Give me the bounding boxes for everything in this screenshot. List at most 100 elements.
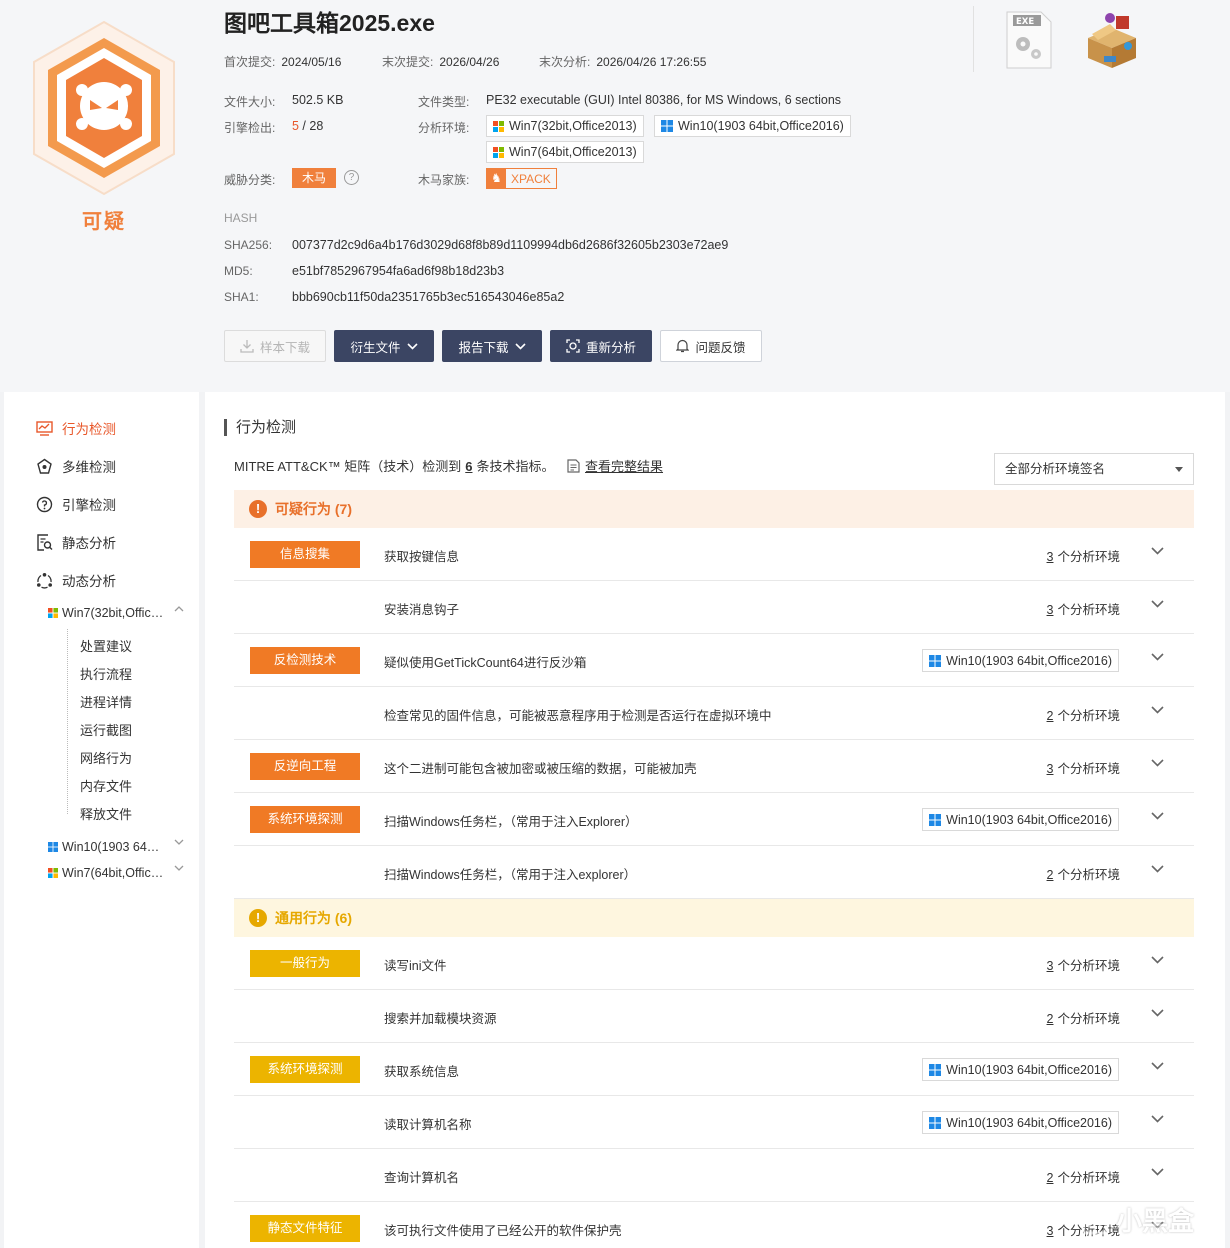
windows7-logo-icon — [493, 120, 504, 132]
behavior-row[interactable]: 查询计算机名 2 个分析环境 — [234, 1149, 1194, 1202]
behavior-row[interactable]: 反逆向工程 这个二进制可能包含被加密或被压缩的数据，可能被加壳 3 个分析环境 — [234, 740, 1194, 793]
first-submit: 首次提交: 2024/05/16 — [224, 55, 342, 69]
env-tag-win7-64[interactable]: Win7(64bit,Office2013) — [486, 141, 644, 163]
view-full-results-link[interactable]: 查看完整结果 — [567, 456, 663, 475]
behavior-row[interactable]: 安装消息钩子 3 个分析环境 — [234, 581, 1194, 634]
env-count[interactable]: 3 个分析环境 — [1047, 955, 1120, 974]
static-analysis-icon — [37, 533, 53, 551]
chevron-up-icon — [174, 606, 184, 612]
report-header: 可疑 图吧工具箱2025.exe 首次提交: 2024/05/16 末次提交: 20… — [0, 0, 1230, 392]
env-count[interactable]: 3 个分析环境 — [1047, 599, 1120, 618]
nav-dynamic-analysis[interactable]: 动态分析 — [36, 569, 116, 591]
nav-behavior-detection[interactable]: 行为检测 — [36, 417, 116, 439]
env-tag-win10[interactable]: Win10(1903 64bit,Office2016) — [922, 808, 1119, 831]
env-tag-win10[interactable]: Win10(1903 64bit,Office2016) — [922, 1058, 1119, 1081]
env-tree-win10[interactable]: Win10(1903 64bit,Office2016) — [48, 838, 188, 856]
windows10-logo-icon — [929, 1116, 942, 1129]
last-analysis: 末次分析: 2026/04/26 17:26:55 — [539, 55, 707, 69]
sub-disposal-advice[interactable]: 处置建议 — [80, 636, 132, 655]
size-label: 文件大小: — [224, 95, 276, 109]
sub-screenshots[interactable]: 运行截图 — [80, 720, 132, 739]
chevron-down-icon[interactable] — [1151, 706, 1164, 714]
sha1-label: SHA1: — [224, 290, 259, 304]
trojan-horse-icon: ♞ — [487, 169, 506, 188]
suspicious-behavior-header: ! 可疑行为 (7) — [234, 490, 1194, 528]
chevron-down-icon[interactable] — [1151, 1168, 1164, 1176]
reanalyze-icon — [566, 339, 580, 353]
windows10-logo-icon — [661, 120, 673, 132]
chevron-down-icon[interactable] — [1151, 1115, 1164, 1123]
env-tag-win7-32[interactable]: Win7(32bit,Office2013) — [486, 115, 644, 137]
hash-title: HASH — [224, 211, 258, 225]
sub-process-details[interactable]: 进程详情 — [80, 692, 132, 711]
sub-memory-files[interactable]: 内存文件 — [80, 776, 132, 795]
behavior-row[interactable]: 读取计算机名称 Win10(1903 64bit,Office2016) — [234, 1096, 1194, 1149]
env-count[interactable]: 2 个分析环境 — [1047, 705, 1120, 724]
env-count[interactable]: 2 个分析环境 — [1047, 1008, 1120, 1027]
behavior-row[interactable]: 检查常见的固件信息，可能被恶意程序用于检测是否运行在虚拟环境中 2 个分析环境 — [234, 687, 1194, 740]
last-submit: 末次提交: 2026/04/26 — [382, 55, 500, 69]
windows10-logo-icon — [48, 842, 58, 852]
nav-engine-detection[interactable]: 引擎检测 — [36, 493, 116, 515]
category-tag: 系统环境探测 — [250, 1056, 360, 1083]
reanalyze-button[interactable]: 重新分析 — [550, 330, 652, 362]
sub-dropped-files[interactable]: 释放文件 — [80, 804, 132, 823]
chevron-down-icon[interactable] — [1151, 759, 1164, 767]
behavior-row[interactable]: 扫描Windows任务栏，（常用于注入explorer） 2 个分析环境 — [234, 846, 1194, 899]
env-count[interactable]: 2 个分析环境 — [1047, 1167, 1120, 1186]
behavior-row[interactable]: 系统环境探测 扫描Windows任务栏，（常用于注入Explorer） Win10(… — [234, 793, 1194, 846]
nav-multi-dimension[interactable]: 多维检测 — [36, 455, 116, 477]
behavior-row[interactable]: 搜索并加载模块资源 2 个分析环境 — [234, 990, 1194, 1043]
env-tag-win10[interactable]: Win10(1903 64bit,Office2016) — [922, 649, 1119, 672]
env-tag-win10[interactable]: Win10(1903 64bit,Office2016) — [922, 1111, 1119, 1134]
sha1-value: bbb690cb11f50da2351765b3ec516543046e85a2 — [292, 290, 565, 304]
chevron-down-icon[interactable] — [1151, 1009, 1164, 1017]
behavior-row[interactable]: 反检测技术 疑似使用GetTickCount64进行反沙箱 Win10(1903 6… — [234, 634, 1194, 687]
family-label: 木马家族: — [418, 173, 470, 187]
signature-filter-select[interactable]: 全部分析环境签名 — [994, 453, 1194, 485]
nav-static-analysis[interactable]: 静态分析 — [36, 531, 116, 553]
exe-file-icon: EXE — [1006, 11, 1052, 69]
env-count[interactable]: 2 个分析环境 — [1047, 864, 1120, 883]
behavior-row[interactable]: 静态文件特征 该可执行文件使用了已经公开的软件保护壳 3 个分析环境 — [234, 1202, 1194, 1248]
derived-files-button[interactable]: 衍生文件 — [334, 330, 434, 362]
behavior-panel: 行为检测 MITRE ATT&CK™ 矩阵（技术）检测到 6 条技术指标。 查看完整… — [205, 392, 1225, 1248]
chevron-down-icon[interactable] — [1151, 1062, 1164, 1070]
sub-execution-flow[interactable]: 执行流程 — [80, 664, 132, 683]
behavior-row[interactable]: 系统环境探测 获取系统信息 Win10(1903 64bit,Office2016) — [234, 1043, 1194, 1096]
category-tag: 静态文件特征 — [250, 1215, 360, 1242]
chevron-down-icon[interactable] — [1151, 865, 1164, 873]
sidebar: 行为检测 多维检测 引擎检测 静态分析 动态分析 Win7(32bit,Offi… — [4, 392, 199, 1248]
behavior-row[interactable]: 一般行为 读写ini文件 3 个分析环境 — [234, 937, 1194, 990]
behavior-row[interactable]: 信息搜集 获取按键信息 3 个分析环境 — [234, 528, 1194, 581]
env-tree-win7-32[interactable]: Win7(32bit,Office2013) — [48, 604, 188, 622]
env-count[interactable]: 3 个分析环境 — [1047, 758, 1120, 777]
chevron-down-icon[interactable] — [1151, 956, 1164, 964]
env-tree-win7-64[interactable]: Win7(64bit,Office2013) — [48, 864, 188, 882]
windows7-logo-icon — [493, 146, 504, 158]
tree-connector — [67, 629, 68, 814]
family-tag[interactable]: ♞ XPACK — [486, 168, 557, 189]
env-tag-win10[interactable]: Win10(1903 64bit,Office2016) — [654, 115, 851, 137]
chevron-down-icon[interactable] — [1151, 653, 1164, 661]
env-count[interactable]: 3 个分析环境 — [1047, 546, 1120, 565]
svg-text:EXE: EXE — [1016, 17, 1034, 27]
behavior-description: 读取计算机名称 — [384, 1118, 472, 1132]
bell-icon — [676, 339, 690, 353]
help-icon[interactable]: ? — [344, 170, 359, 185]
behavior-description: 检查常见的固件信息，可能被恶意程序用于检测是否运行在虚拟环境中 — [384, 709, 772, 723]
behavior-description: 获取按键信息 — [384, 550, 460, 564]
sample-download-button[interactable]: 样本下载 — [224, 330, 326, 362]
chevron-down-icon — [406, 342, 418, 350]
behavior-description: 扫描Windows任务栏，（常用于注入Explorer） — [384, 815, 638, 829]
threat-tag: 木马 — [292, 168, 336, 188]
chevron-down-icon[interactable] — [1151, 547, 1164, 555]
engine-icon — [36, 496, 53, 512]
chevron-down-icon[interactable] — [1151, 600, 1164, 608]
dynamic-analysis-icon — [37, 572, 52, 589]
report-download-button[interactable]: 报告下载 — [442, 330, 542, 362]
behavior-icon — [36, 420, 53, 436]
feedback-button[interactable]: 问题反馈 — [660, 330, 762, 362]
chevron-down-icon[interactable] — [1151, 812, 1164, 820]
sub-network-behavior[interactable]: 网络行为 — [80, 748, 132, 767]
